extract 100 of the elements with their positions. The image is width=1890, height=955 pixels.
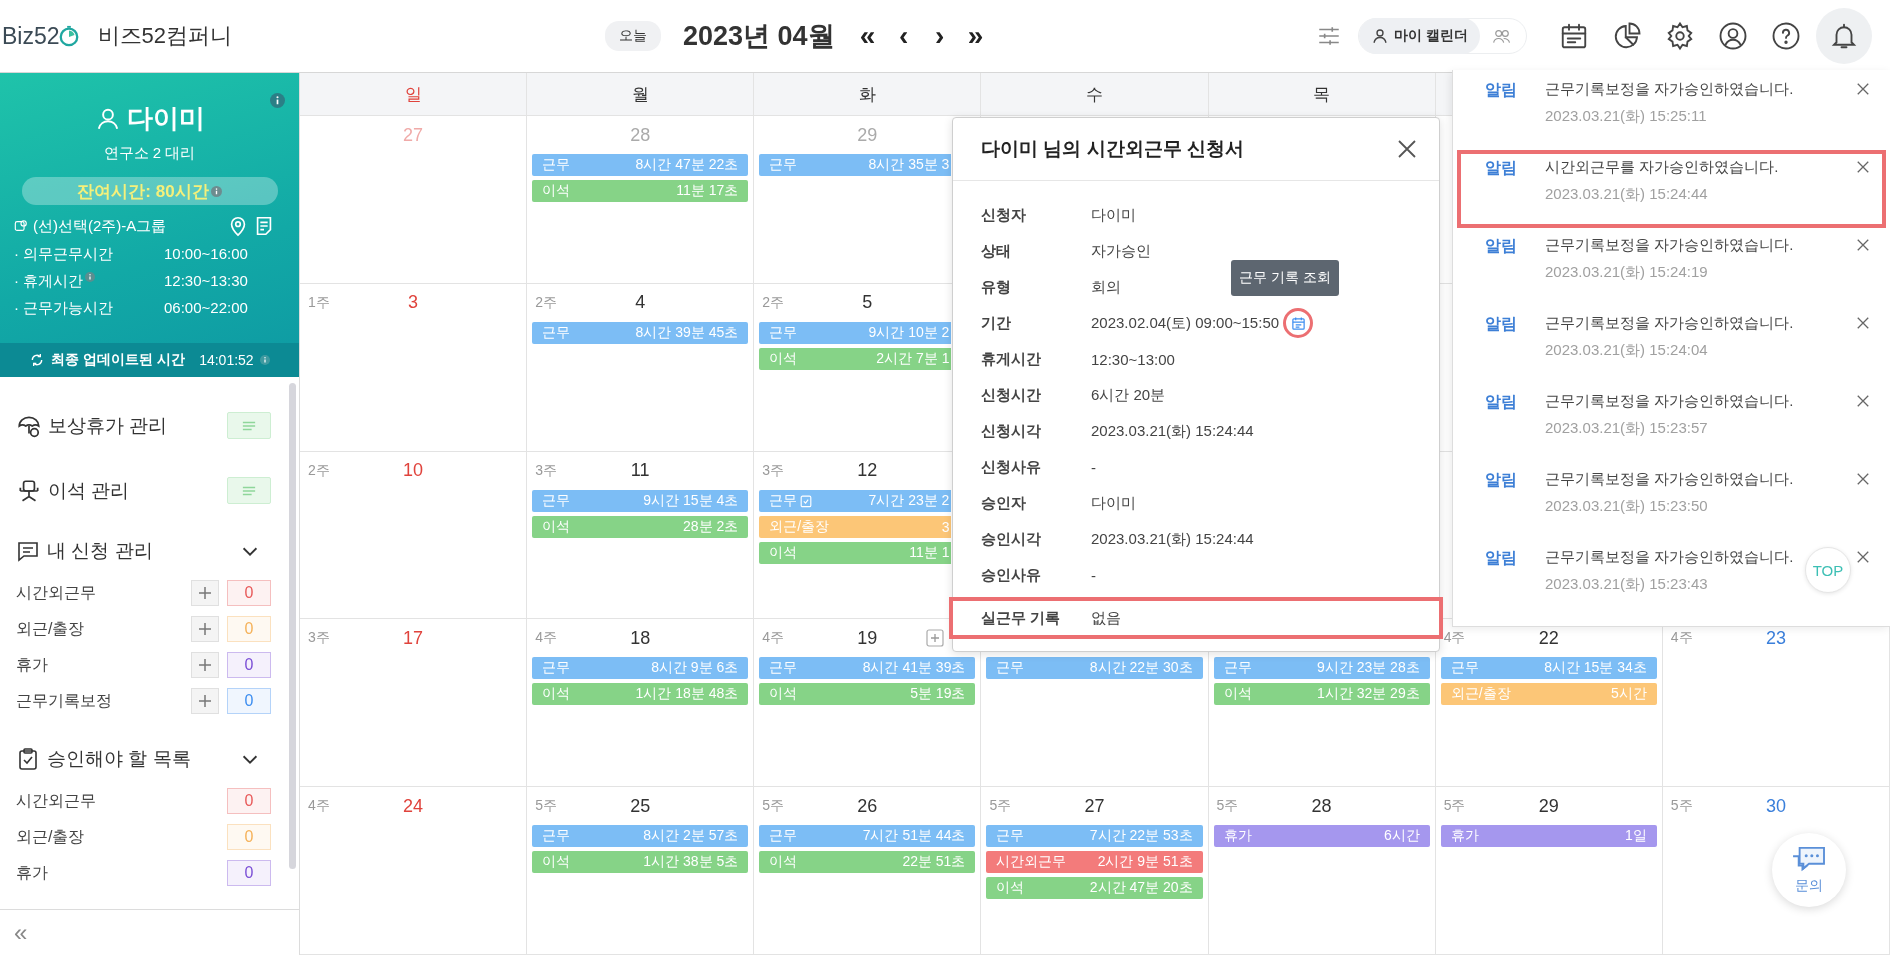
company-logo: Biz52 [2, 22, 80, 50]
schedule-bar[interactable]: 근무 8시간 47분 22초 [532, 154, 749, 176]
schedule-bar[interactable]: 이석 28분 2초 [532, 515, 749, 538]
count-badge[interactable]: 0 [227, 580, 271, 606]
request-type[interactable]: 시간외근무 [16, 582, 183, 604]
remaining-time: 잔여시간: 80시간 [77, 180, 209, 203]
date-number: 23 [1765, 627, 1786, 649]
week-label: 4주 [1670, 629, 1693, 646]
notification-message[interactable]: 시간외근무를 자가승인하였습니다. [1545, 158, 1779, 177]
field-label: 유형 [981, 277, 1012, 297]
schedule-bar[interactable]: 근무 8시간 35분 3 [759, 154, 952, 176]
field-label: 실근무 기록 [981, 608, 1062, 628]
request-type[interactable]: 휴가 [16, 862, 219, 884]
field-value: 회의 [1091, 277, 1121, 297]
field-value: 6시간 20분 [1091, 385, 1166, 405]
dialog-title: 다이미 님의 시간외근무 신청서 [981, 137, 1244, 161]
date-number: 18 [630, 627, 651, 649]
week-label: 5주 [535, 797, 557, 814]
week-label: 3주 [308, 629, 330, 646]
notification-time: 2023.03.21(화) 15:24:44 [1545, 185, 1708, 204]
schedule-bar[interactable]: 이석 11분 17초 [532, 180, 749, 202]
work-group: (선)선택(2주)-A그룹 [33, 216, 223, 236]
menu-link[interactable]: 이석 관리 [48, 477, 221, 504]
field-label: 승인시각 [981, 529, 1042, 549]
request-type[interactable]: 외근/출장 [16, 618, 183, 640]
schedule-bar[interactable]: 시간외근무 2시간 9분 51초 [986, 851, 1203, 874]
nav-button[interactable]: ‹ [888, 21, 919, 51]
nav-button[interactable]: » [960, 21, 991, 51]
schedule-time: 06:00~22:00 [164, 299, 248, 318]
count-badge[interactable]: 0 [227, 652, 271, 678]
count-badge[interactable]: 0 [227, 824, 271, 850]
nav-button[interactable]: « [852, 21, 883, 51]
schedule-bar[interactable]: 근무 7시간 22분 53초 [986, 825, 1203, 848]
schedule-bar[interactable]: 근무 7시간 51분 44초 [759, 825, 976, 848]
count-badge[interactable]: 0 [227, 688, 271, 714]
request-type[interactable]: 외근/출장 [16, 826, 219, 848]
request-type[interactable]: 근무기록보정 [16, 690, 183, 712]
schedule-bar[interactable]: 근무 7시간 23분 2 [759, 489, 952, 512]
notification-time: 2023.03.21(화) 15:23:57 [1545, 419, 1708, 438]
schedule-bar[interactable]: 근무 8시간 15분 34초 [1440, 657, 1657, 680]
field-value: 다이미 [1091, 205, 1136, 225]
count-badge[interactable]: 0 [227, 616, 271, 642]
schedule-bar[interactable]: 근무 8시간 41분 39초 [759, 657, 976, 680]
schedule-bar[interactable]: 근무 9시간 15분 4초 [532, 489, 749, 512]
schedule-bar[interactable]: 이석 11분 1 [759, 541, 952, 564]
schedule-bar[interactable]: 근무 9시간 23분 28초 [1213, 657, 1430, 680]
request-type[interactable]: 휴가 [16, 654, 183, 676]
date-number: 19 [857, 627, 878, 649]
week-label: 2주 [308, 461, 330, 478]
section-title: 내 신청 관리 [47, 539, 154, 563]
count-badge[interactable]: 0 [227, 788, 271, 814]
menu-link[interactable]: 보상휴가 관리 [48, 412, 221, 439]
field-label: 신청시간 [981, 385, 1042, 405]
schedule-bar[interactable]: 이석 1시간 38분 5초 [532, 851, 749, 874]
schedule-bar[interactable]: 근무 8시간 9분 6초 [532, 657, 749, 680]
tooltip: 근무 기록 조회 [1231, 260, 1340, 296]
date-number: 5 [862, 292, 873, 314]
notification-message[interactable]: 근무기록보정을 자가승인하였습니다. [1545, 236, 1794, 255]
schedule-bar[interactable]: 근무 8시간 22분 30초 [986, 657, 1203, 680]
field-label: 승인자 [981, 493, 1027, 513]
count-badge[interactable]: 0 [227, 860, 271, 886]
request-type[interactable]: 시간외근무 [16, 790, 219, 812]
schedule-bar[interactable]: 이석 1시간 32분 29초 [1213, 683, 1430, 706]
schedule-bar[interactable]: 이석 1시간 18분 48초 [532, 683, 749, 706]
schedule-bar[interactable]: 이석 22분 51초 [759, 851, 976, 874]
notification-label: 알림 [1485, 392, 1518, 412]
schedule-bar[interactable]: 휴가 1일 [1440, 825, 1657, 848]
schedule-bar[interactable]: 외근/출장 5시간 [1440, 683, 1657, 706]
schedule-label: · 의무근무시간 [14, 245, 114, 264]
notification-message[interactable]: 근무기록보정을 자가승인하였습니다. [1545, 470, 1794, 489]
field-value: 12:30~13:00 [1091, 350, 1175, 368]
inquiry-button[interactable]: 문의 [1772, 833, 1846, 907]
schedule-bar[interactable]: 근무 9시간 10분 2 [759, 321, 952, 344]
notification-message[interactable]: 근무기록보정을 자가승인하였습니다. [1545, 80, 1794, 99]
schedule-bar[interactable]: 이석 2시간 47분 20초 [986, 877, 1203, 900]
schedule-bar[interactable]: 근무 8시간 39분 45초 [532, 321, 749, 344]
collapse-button[interactable]: « [14, 918, 28, 947]
week-label: 5주 [1670, 797, 1693, 814]
notification-message[interactable]: 근무기록보정을 자가승인하였습니다. [1545, 392, 1794, 411]
notification-label: 알림 [1485, 470, 1518, 490]
today-button[interactable]: 오늘 [605, 21, 661, 51]
week-label: 4주 [1443, 629, 1466, 646]
schedule-bar[interactable]: 이석 5분 19초 [759, 683, 976, 706]
date-number: 28 [630, 124, 651, 146]
notification-message[interactable]: 근무기록보정을 자가승인하였습니다. [1545, 314, 1794, 333]
schedule-bar[interactable]: 이석 2시간 7분 1 [759, 347, 952, 370]
notification-message[interactable]: 근무기록보정을 자가승인하였습니다. [1545, 548, 1794, 567]
date-number: 3 [408, 292, 419, 314]
schedule-bar[interactable]: 근무 8시간 2분 57초 [532, 825, 749, 848]
my-calendar-button[interactable]: 마이 캘린더 [1359, 18, 1480, 54]
date-number: 27 [403, 124, 424, 146]
notification-time: 2023.03.21(화) 15:24:04 [1545, 341, 1708, 360]
date-number: 26 [857, 795, 878, 817]
field-label: 기간 [981, 313, 1012, 333]
schedule-bar[interactable]: 휴가 6시간 [1213, 825, 1430, 848]
weekday-header: 일 [404, 83, 422, 106]
nav-button[interactable]: › [924, 21, 955, 51]
week-label: 1주 [308, 293, 330, 310]
week-label: 4주 [308, 797, 330, 814]
schedule-bar[interactable]: 외근/출장 3 [759, 515, 952, 538]
